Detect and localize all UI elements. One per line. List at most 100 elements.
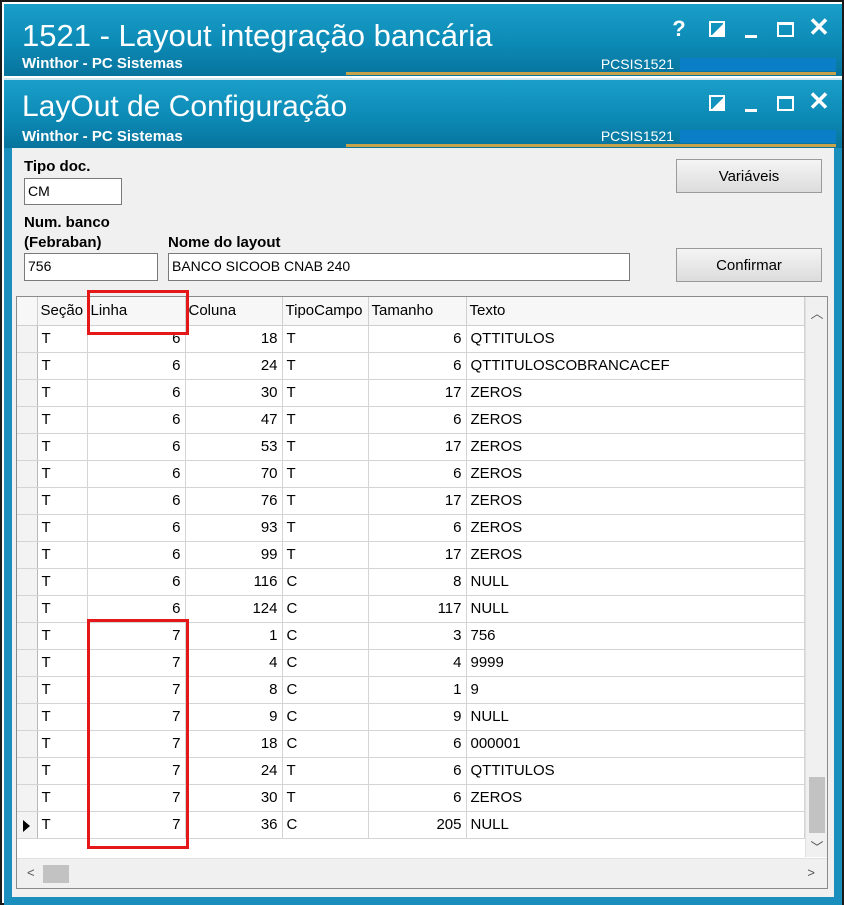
- table-row[interactable]: T 7 30 T 6 ZEROS: [17, 784, 805, 812]
- table-row[interactable]: T 7 1 C 3 756: [17, 622, 805, 650]
- cell-linha[interactable]: 6: [87, 487, 186, 515]
- cell-texto[interactable]: NULL: [466, 568, 805, 596]
- row-indicator[interactable]: [17, 676, 38, 704]
- cell-secao[interactable]: T: [37, 379, 88, 407]
- row-indicator[interactable]: [17, 730, 38, 758]
- cell-tipocampo[interactable]: T: [282, 379, 369, 407]
- cell-coluna[interactable]: 53: [185, 433, 283, 461]
- cell-tamanho[interactable]: 17: [368, 379, 467, 407]
- table-row[interactable]: T 6 47 T 6 ZEROS: [17, 406, 805, 434]
- cell-secao[interactable]: T: [37, 568, 88, 596]
- cell-secao[interactable]: T: [37, 649, 88, 677]
- cell-linha[interactable]: 6: [87, 595, 186, 623]
- row-indicator[interactable]: [17, 514, 38, 542]
- cell-texto[interactable]: NULL: [466, 703, 805, 731]
- row-indicator[interactable]: [17, 541, 38, 569]
- row-indicator[interactable]: [17, 352, 38, 380]
- vertical-scroll-thumb[interactable]: [809, 777, 825, 833]
- table-row[interactable]: T 6 76 T 17 ZEROS: [17, 487, 805, 515]
- cell-tipocampo[interactable]: T: [282, 406, 369, 434]
- table-row[interactable]: T 6 116 C 8 NULL: [17, 568, 805, 596]
- confirmar-button[interactable]: Confirmar: [676, 248, 822, 282]
- cell-secao[interactable]: T: [37, 325, 88, 353]
- cell-secao[interactable]: T: [37, 460, 88, 488]
- cell-coluna[interactable]: 99: [185, 541, 283, 569]
- cell-texto[interactable]: ZEROS: [466, 541, 805, 569]
- cell-texto[interactable]: ZEROS: [466, 406, 805, 434]
- cell-texto[interactable]: ZEROS: [466, 514, 805, 542]
- table-row[interactable]: T 6 53 T 17 ZEROS: [17, 433, 805, 461]
- col-header-tamanho[interactable]: Tamanho: [368, 297, 467, 326]
- scroll-left-icon[interactable]: <: [27, 865, 35, 880]
- cell-tamanho[interactable]: 17: [368, 433, 467, 461]
- inner-restore-button[interactable]: [704, 90, 730, 116]
- table-row[interactable]: T 6 124 C 117 NULL: [17, 595, 805, 623]
- cell-tipocampo[interactable]: C: [282, 622, 369, 650]
- cell-tipocampo[interactable]: T: [282, 541, 369, 569]
- cell-linha[interactable]: 7: [87, 757, 186, 785]
- cell-coluna[interactable]: 124: [185, 595, 283, 623]
- cell-secao[interactable]: T: [37, 676, 88, 704]
- cell-tipocampo[interactable]: C: [282, 568, 369, 596]
- cell-tamanho[interactable]: 205: [368, 811, 467, 839]
- cell-tipocampo[interactable]: C: [282, 595, 369, 623]
- row-indicator[interactable]: [17, 433, 38, 461]
- table-row[interactable]: T 7 36 C 205 NULL: [17, 811, 805, 839]
- cell-coluna[interactable]: 30: [185, 784, 283, 812]
- cell-coluna[interactable]: 8: [185, 676, 283, 704]
- row-indicator[interactable]: [17, 325, 38, 353]
- cell-secao[interactable]: T: [37, 352, 88, 380]
- cell-coluna[interactable]: 30: [185, 379, 283, 407]
- cell-coluna[interactable]: 18: [185, 730, 283, 758]
- cell-linha[interactable]: 6: [87, 325, 186, 353]
- table-row[interactable]: T 6 93 T 6 ZEROS: [17, 514, 805, 542]
- cell-tipocampo[interactable]: T: [282, 514, 369, 542]
- cell-secao[interactable]: T: [37, 811, 88, 839]
- cell-coluna[interactable]: 24: [185, 757, 283, 785]
- cell-texto[interactable]: QTTITULOSCOBRANCACEF: [466, 352, 805, 380]
- maximize-button[interactable]: [772, 16, 798, 42]
- cell-tamanho[interactable]: 6: [368, 406, 467, 434]
- cell-tipocampo[interactable]: T: [282, 460, 369, 488]
- cell-linha[interactable]: 6: [87, 514, 186, 542]
- col-header-texto[interactable]: Texto: [466, 297, 805, 326]
- layout-grid[interactable]: Seção Linha Coluna TipoCampo Tamanho Tex…: [16, 296, 828, 889]
- table-row[interactable]: T 6 99 T 17 ZEROS: [17, 541, 805, 569]
- cell-tamanho[interactable]: 6: [368, 730, 467, 758]
- cell-linha[interactable]: 6: [87, 433, 186, 461]
- cell-secao[interactable]: T: [37, 433, 88, 461]
- variaveis-button[interactable]: Variáveis: [676, 159, 822, 193]
- cell-linha[interactable]: 7: [87, 622, 186, 650]
- cell-texto[interactable]: ZEROS: [466, 460, 805, 488]
- cell-linha[interactable]: 7: [87, 703, 186, 731]
- inner-maximize-button[interactable]: [772, 90, 798, 116]
- col-header-coluna[interactable]: Coluna: [185, 297, 283, 326]
- row-indicator[interactable]: [17, 622, 38, 650]
- cell-linha[interactable]: 7: [87, 784, 186, 812]
- cell-coluna[interactable]: 47: [185, 406, 283, 434]
- cell-tipocampo[interactable]: T: [282, 433, 369, 461]
- cell-tamanho[interactable]: 3: [368, 622, 467, 650]
- cell-secao[interactable]: T: [37, 622, 88, 650]
- scroll-up-icon[interactable]: ︿: [806, 301, 827, 323]
- cell-tamanho[interactable]: 1: [368, 676, 467, 704]
- cell-coluna[interactable]: 116: [185, 568, 283, 596]
- cell-linha[interactable]: 7: [87, 649, 186, 677]
- row-indicator[interactable]: [17, 379, 38, 407]
- cell-linha[interactable]: 6: [87, 541, 186, 569]
- cell-linha[interactable]: 6: [87, 352, 186, 380]
- cell-secao[interactable]: T: [37, 514, 88, 542]
- cell-tipocampo[interactable]: T: [282, 352, 369, 380]
- cell-tamanho[interactable]: 9: [368, 703, 467, 731]
- row-indicator[interactable]: [17, 487, 38, 515]
- cell-texto[interactable]: 000001: [466, 730, 805, 758]
- cell-texto[interactable]: QTTITULOS: [466, 325, 805, 353]
- cell-tipocampo[interactable]: C: [282, 676, 369, 704]
- cell-coluna[interactable]: 9: [185, 703, 283, 731]
- vertical-scrollbar[interactable]: ︿ ﹀: [805, 297, 827, 857]
- cell-tamanho[interactable]: 6: [368, 757, 467, 785]
- table-row[interactable]: T78C19: [17, 676, 805, 704]
- cell-coluna[interactable]: 1: [185, 622, 283, 650]
- cell-coluna[interactable]: 18: [185, 325, 283, 353]
- tipo-doc-field[interactable]: CM: [24, 178, 122, 205]
